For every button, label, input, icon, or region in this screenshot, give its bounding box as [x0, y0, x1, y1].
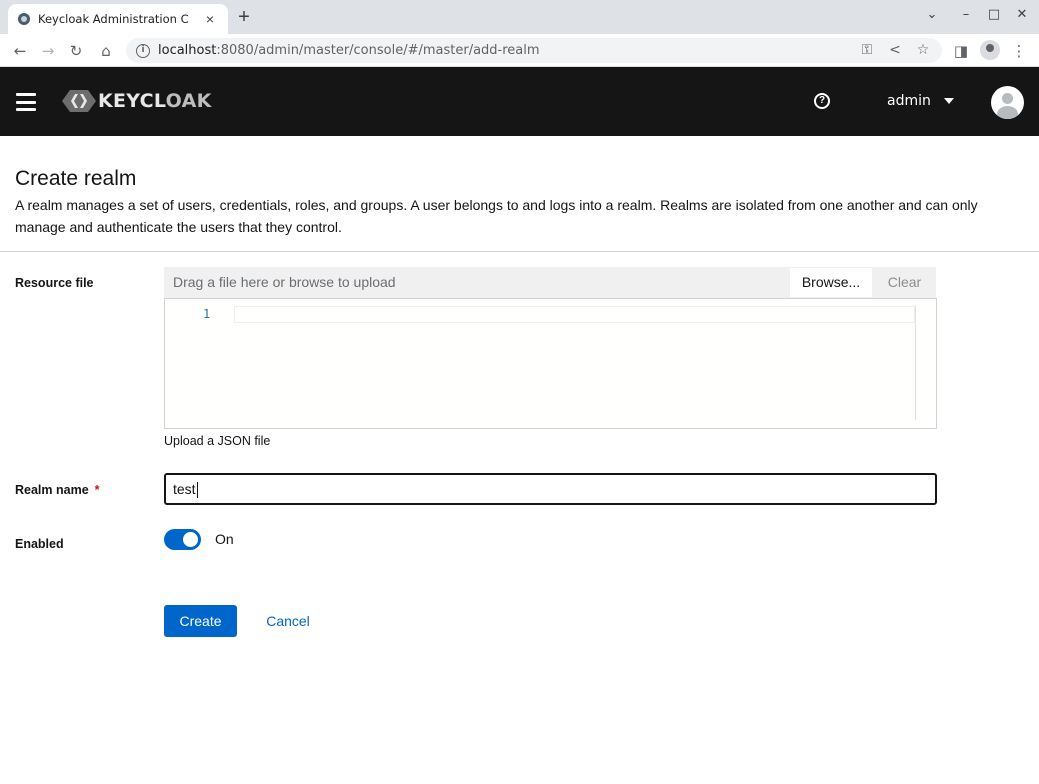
- share-icon[interactable]: <: [886, 41, 904, 59]
- masthead: KEYCLOAK ? admin: [0, 67, 1039, 136]
- page-title: Create realm: [15, 167, 137, 190]
- browse-button[interactable]: Browse...: [789, 267, 873, 298]
- avatar[interactable]: [991, 86, 1024, 119]
- tab-close-icon[interactable]: ×: [202, 11, 218, 27]
- browser-tabbar: Keycloak Administration C × + ⌄ – □ ✕: [0, 0, 1039, 34]
- page-description: A realm manages a set of users, credenti…: [15, 197, 978, 235]
- address-path: :8080/admin/master/console/#/master/add-…: [216, 43, 540, 58]
- enabled-toggle[interactable]: [164, 529, 201, 550]
- divider: [0, 251, 1039, 252]
- json-code-editor[interactable]: 1: [164, 298, 937, 429]
- required-asterisk: *: [94, 483, 100, 497]
- upload-filename-field[interactable]: Drag a file here or browse to upload: [164, 267, 789, 298]
- forward-icon[interactable]: →: [37, 40, 59, 62]
- profile-icon[interactable]: [980, 40, 1000, 60]
- upload-helper-text: Upload a JSON file: [164, 434, 271, 448]
- close-window-icon[interactable]: ✕: [1012, 7, 1032, 22]
- cancel-button[interactable]: Cancel: [251, 605, 325, 637]
- keycloak-logo[interactable]: KEYCLOAK: [62, 89, 212, 113]
- back-icon[interactable]: ←: [9, 40, 31, 62]
- create-button[interactable]: Create: [164, 605, 237, 637]
- hamburger-menu-icon[interactable]: [16, 93, 36, 111]
- browser-menu-icon[interactable]: ⋮: [1008, 40, 1030, 62]
- browser-navbar: ← → ↻ ⌂ i localhost:8080/admin/master/co…: [0, 34, 1039, 67]
- new-tab-icon[interactable]: +: [234, 6, 254, 28]
- address-bar[interactable]: i localhost:8080/admin/master/console/#/…: [126, 38, 942, 63]
- caret-down-icon: [943, 98, 954, 104]
- address-host: localhost: [158, 43, 217, 58]
- keycloak-wordmark: KEYCLOAK: [98, 90, 212, 112]
- realm-name-input[interactable]: test: [164, 473, 937, 505]
- editor-current-line: [234, 306, 915, 323]
- user-dropdown[interactable]: admin: [887, 93, 954, 109]
- editor-line-number: 1: [203, 307, 211, 321]
- minimize-icon[interactable]: –: [956, 7, 976, 22]
- enabled-label: Enabled: [15, 537, 64, 551]
- user-name: admin: [887, 93, 931, 109]
- help-icon[interactable]: ?: [814, 93, 830, 109]
- home-icon[interactable]: ⌂: [95, 40, 117, 62]
- keycloak-favicon-icon: [18, 13, 30, 25]
- bookmark-star-icon[interactable]: ☆: [914, 41, 932, 59]
- enabled-state-label: On: [215, 531, 234, 547]
- keycloak-logo-icon: [62, 90, 96, 112]
- editor-scrollbar[interactable]: [915, 306, 916, 420]
- reload-icon[interactable]: ↻: [65, 40, 87, 62]
- browser-tab-title: Keycloak Administration C: [38, 12, 189, 26]
- file-upload: Drag a file here or browse to upload Bro…: [164, 267, 936, 298]
- tab-search-icon[interactable]: ⌄: [922, 7, 942, 22]
- realm-name-label: Realm name *: [15, 483, 100, 497]
- clear-button[interactable]: Clear: [873, 267, 936, 298]
- side-panel-icon[interactable]: ◨: [950, 40, 972, 62]
- site-info-icon[interactable]: i: [136, 43, 150, 58]
- key-icon[interactable]: ⚿: [858, 41, 876, 59]
- maximize-icon[interactable]: □: [984, 7, 1004, 22]
- resource-file-label: Resource file: [15, 276, 94, 290]
- browser-tab[interactable]: Keycloak Administration C ×: [8, 4, 228, 34]
